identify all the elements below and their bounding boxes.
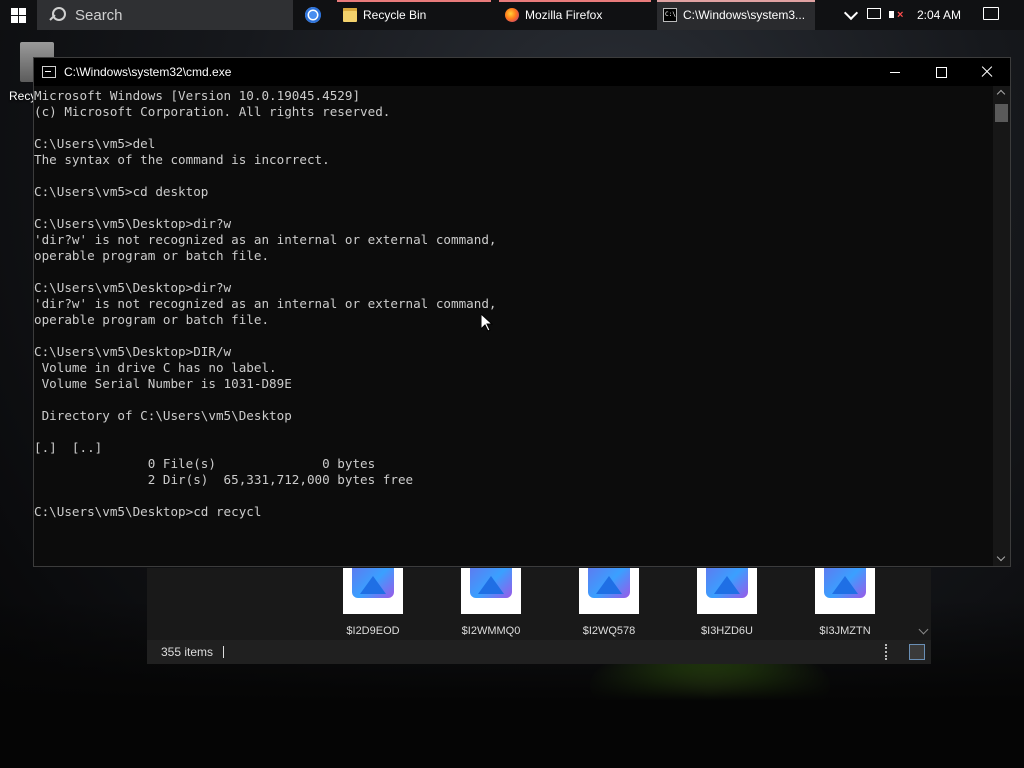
console-output[interactable]: Microsoft Windows [Version 10.0.19045.45…	[34, 88, 994, 562]
photo-file-icon	[461, 568, 521, 614]
search-icon	[49, 7, 66, 23]
close-icon	[981, 66, 993, 78]
taskbar-search-box[interactable]: Search	[37, 0, 293, 30]
cmd-icon	[663, 8, 677, 22]
console-line: operable program or batch file.	[34, 248, 270, 263]
photo-file-icon	[815, 568, 875, 614]
minimize-button[interactable]	[872, 58, 918, 86]
console-line: 2 Dir(s) 65,331,712,000 bytes free	[34, 472, 414, 487]
taskbar-item-label: Mozilla Firefox	[525, 8, 603, 22]
file-item[interactable]: $I2WQ578	[569, 568, 649, 637]
console-line: C:\Users\vm5\Desktop>DIR/w	[34, 344, 232, 359]
file-name: $I2WQ578	[582, 625, 636, 637]
taskbar-clock[interactable]: 2:04 AM	[917, 8, 977, 22]
status-divider	[223, 646, 225, 658]
file-item[interactable]: $I2D9EOD	[333, 568, 413, 637]
console-line: [.] [..]	[34, 440, 103, 455]
file-item[interactable]: $I3JMZTN	[805, 568, 885, 637]
taskbar-item-firefox[interactable]: Mozilla Firefox	[499, 0, 651, 30]
taskbar-item-recycle-bin[interactable]: Recycle Bin	[337, 0, 491, 30]
search-placeholder: Search	[75, 6, 123, 24]
volume-muted-icon[interactable]	[889, 7, 905, 23]
scroll-up-arrow-icon[interactable]	[996, 89, 1006, 99]
console-line: (c) Microsoft Corporation. All rights re…	[34, 104, 391, 119]
taskbar-item-label: C:\Windows\system3...	[683, 8, 806, 22]
start-button[interactable]	[0, 0, 36, 30]
console-line: C:\Users\vm5>del	[34, 136, 156, 151]
console-line: operable program or batch file.	[34, 312, 270, 327]
close-button[interactable]	[964, 58, 1010, 86]
explorer-status-bar: 355 items	[147, 640, 931, 664]
photo-file-icon	[579, 568, 639, 614]
notification-icon[interactable]	[983, 7, 999, 20]
file-item[interactable]: $I2WMMQ0	[451, 568, 531, 637]
console-line: Microsoft Windows [Version 10.0.19045.45…	[34, 88, 361, 103]
scroll-down-arrow-icon[interactable]	[918, 624, 929, 635]
console-line: Directory of C:\Users\vm5\Desktop	[34, 408, 292, 423]
file-explorer-window: $I2D9EOD $I2WMMQ0 $I2WQ578 $I3HZD6U $I3J…	[147, 568, 931, 664]
console-line: C:\Users\vm5\Desktop>dir?w	[34, 280, 232, 295]
file-name: $I3JMZTN	[819, 625, 871, 637]
file-name: $I3HZD6U	[701, 625, 753, 637]
photo-file-icon	[697, 568, 757, 614]
taskbar-item-label: Recycle Bin	[363, 8, 427, 22]
file-name: $I2D9EOD	[346, 625, 400, 637]
scrollbar-thumb[interactable]	[995, 104, 1008, 122]
network-icon[interactable]	[867, 8, 881, 19]
scroll-down-arrow-icon[interactable]	[996, 552, 1006, 562]
active-indicator	[499, 0, 651, 2]
maximize-button[interactable]	[918, 58, 964, 86]
console-line: Volume Serial Number is 1031-D89E	[34, 376, 292, 391]
chrome-icon[interactable]	[305, 7, 321, 23]
folder-icon	[343, 8, 357, 22]
console-line: C:\Users\vm5\Desktop>cd recycl	[34, 504, 262, 519]
console-line: C:\Users\vm5>cd desktop	[34, 184, 209, 199]
vertical-scrollbar[interactable]	[993, 86, 1010, 566]
cmd-window: C:\Windows\system32\cmd.exe Microsoft Wi…	[33, 57, 1011, 567]
active-indicator	[657, 0, 815, 2]
details-view-icon[interactable]	[885, 644, 901, 660]
maximize-icon	[935, 66, 947, 78]
windows-logo-icon	[10, 7, 26, 23]
console-line: The syntax of the command is incorrect.	[34, 152, 330, 167]
console-line: 'dir?w' is not recognized as an internal…	[34, 232, 497, 247]
cmd-window-title: C:\Windows\system32\cmd.exe	[64, 65, 232, 79]
file-name: $I2WMMQ0	[461, 625, 521, 637]
active-indicator	[337, 0, 491, 2]
chevron-down-icon[interactable]	[843, 5, 859, 21]
large-icons-view-icon[interactable]	[909, 644, 925, 660]
console-line: 'dir?w' is not recognized as an internal…	[34, 296, 497, 311]
console-line: C:\Users\vm5\Desktop>dir?w	[34, 216, 232, 231]
cmd-window-icon	[42, 66, 56, 78]
photo-file-icon	[343, 568, 403, 614]
cmd-titlebar[interactable]: C:\Windows\system32\cmd.exe	[34, 58, 1010, 86]
taskbar-item-cmd[interactable]: C:\Windows\system3...	[657, 0, 815, 30]
item-count: 355 items	[161, 645, 214, 659]
firefox-icon	[505, 8, 519, 22]
console-line: 0 File(s) 0 bytes	[34, 456, 376, 471]
taskbar: Search Recycle Bin Mozilla Firefox C:\Wi…	[0, 0, 1024, 30]
file-item[interactable]: $I3HZD6U	[687, 568, 767, 637]
minimize-icon	[890, 71, 900, 73]
console-line: Volume in drive C has no label.	[34, 360, 277, 375]
